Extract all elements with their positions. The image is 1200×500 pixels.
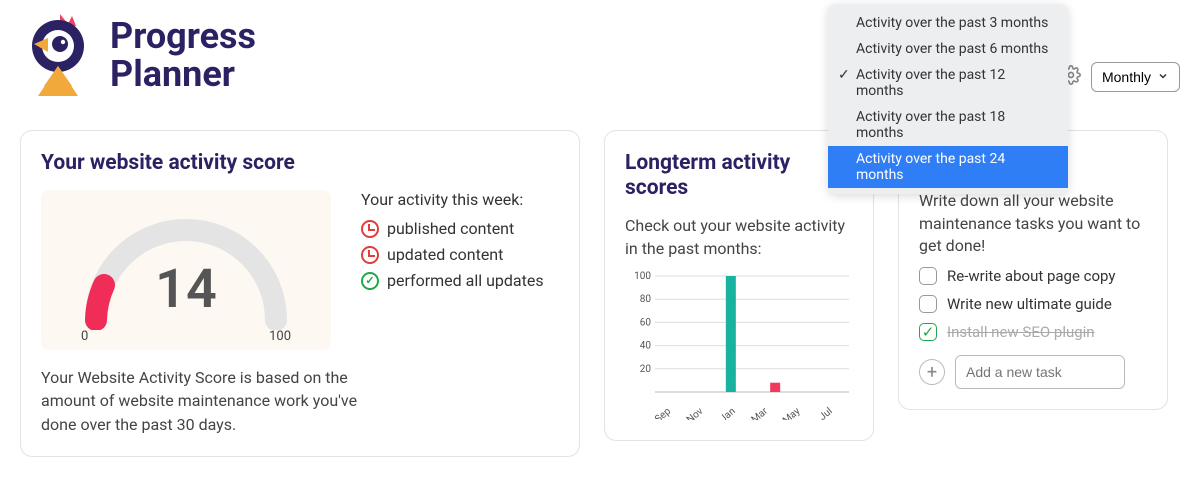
range-option-6m[interactable]: Activity over the past 6 months <box>828 36 1068 62</box>
svg-text:Jul: Jul <box>817 406 834 420</box>
svg-text:May: May <box>781 406 803 420</box>
activity-week-title: Your activity this week: <box>361 190 544 209</box>
longterm-chart: 100 80 60 40 20 Sep Nov Jan Mar May Jul <box>625 270 855 420</box>
activity-item: published content <box>361 219 544 238</box>
svg-text:40: 40 <box>640 341 652 352</box>
svg-text:Jan: Jan <box>718 406 738 420</box>
clock-icon <box>361 246 379 264</box>
brand-line1: Progress <box>110 18 256 56</box>
todo-label: Re-write about page copy <box>947 267 1116 285</box>
brand-line2: Planner <box>110 56 256 94</box>
clock-icon <box>361 220 379 238</box>
svg-text:20: 20 <box>640 364 652 375</box>
svg-text:100: 100 <box>634 271 651 282</box>
todo-item: Re-write about page copy <box>919 267 1147 285</box>
gauge-max: 100 <box>269 329 291 344</box>
range-option-18m[interactable]: Activity over the past 18 months <box>828 104 1068 146</box>
chevron-down-icon <box>1157 69 1169 85</box>
add-task-input[interactable] <box>955 355 1125 389</box>
monthly-select[interactable]: Monthly <box>1091 62 1180 92</box>
svg-text:Mar: Mar <box>750 406 771 421</box>
add-task-button[interactable]: + <box>919 359 945 385</box>
svg-text:Nov: Nov <box>685 406 706 420</box>
todo-item: Write new ultimate guide <box>919 295 1147 313</box>
gauge-min: 0 <box>81 329 88 344</box>
todo-checkbox[interactable]: ✓ <box>919 323 937 341</box>
activity-item: updated content <box>361 245 544 264</box>
longterm-subtext: Check out your website activity in the p… <box>625 215 853 260</box>
activity-title: Your website activity score <box>41 151 559 176</box>
check-circle-icon: ✓ <box>361 272 379 290</box>
todo-subtext: Write down all your website maintenance … <box>919 190 1147 257</box>
brand-logo: Progress Planner <box>20 12 256 100</box>
activity-score-value: 14 <box>41 258 331 321</box>
todo-checkbox[interactable] <box>919 295 937 313</box>
activity-gauge: 14 0 100 <box>41 190 331 350</box>
activity-item: ✓ performed all updates <box>361 271 544 290</box>
todo-checkbox[interactable] <box>919 267 937 285</box>
range-option-12m[interactable]: Activity over the past 12 months <box>828 62 1068 104</box>
todo-label: Install new SEO plugin <box>947 323 1095 341</box>
range-dropdown: Activity over the past 3 months Activity… <box>828 4 1068 194</box>
range-option-3m[interactable]: Activity over the past 3 months <box>828 10 1068 36</box>
svg-text:Sep: Sep <box>653 406 673 420</box>
todo-label: Write new ultimate guide <box>947 295 1112 313</box>
activity-score-card: Your website activity score 14 0 100 You… <box>20 130 580 457</box>
logo-icon <box>20 12 98 100</box>
range-option-24m[interactable]: Activity over the past 24 months <box>828 146 1068 188</box>
todo-item: ✓ Install new SEO plugin <box>919 323 1147 341</box>
activity-desc: Your Website Activity Score is based on … <box>41 366 361 436</box>
longterm-title: Longterm activity scores <box>625 151 853 201</box>
svg-text:60: 60 <box>640 318 652 329</box>
monthly-label: Monthly <box>1102 69 1151 85</box>
svg-text:80: 80 <box>640 294 652 305</box>
